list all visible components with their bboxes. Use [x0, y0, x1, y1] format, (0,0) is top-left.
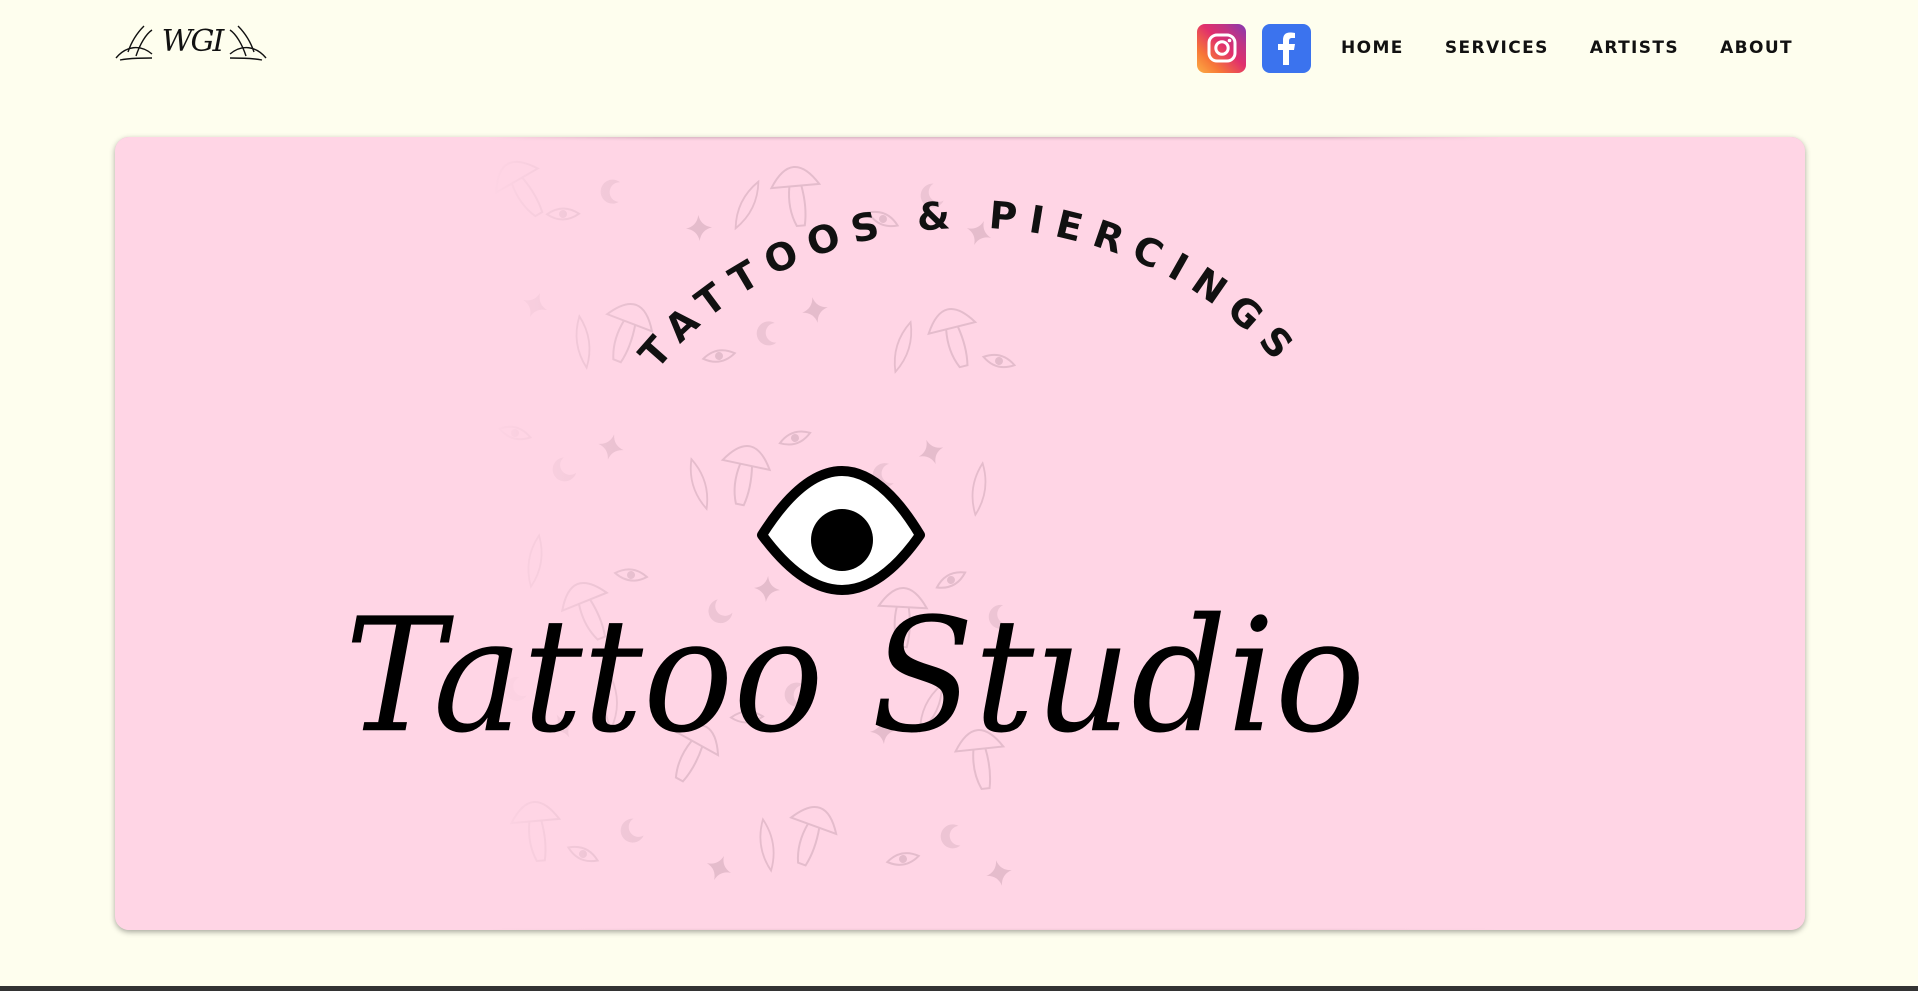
- main-nav: HOME SERVICES ARTISTS ABOUT: [1197, 23, 1817, 73]
- nav-link-home[interactable]: HOME: [1341, 38, 1404, 58]
- eye-icon: [757, 466, 925, 595]
- script-title: Tattoo Studio: [345, 585, 1366, 768]
- hero-artwork: TATTOOS & PIERCINGS Tattoo Studio: [345, 193, 1366, 769]
- nav-link-artists[interactable]: ARTISTS: [1590, 38, 1679, 58]
- footer-edge: [0, 986, 1918, 991]
- instagram-icon[interactable]: [1197, 23, 1246, 73]
- site-header: WGI HOME SERVICES ARTISTS ABOUT: [0, 0, 1918, 95]
- site-logo[interactable]: WGI: [114, 18, 268, 68]
- hero-banner: TATTOOS & PIERCINGS Tattoo Studio: [115, 137, 1805, 930]
- nav-link-services[interactable]: SERVICES: [1445, 38, 1549, 58]
- arc-title: TATTOOS & PIERCINGS: [630, 193, 1309, 377]
- nav-link-about[interactable]: ABOUT: [1720, 38, 1793, 58]
- logo-text: WGI: [161, 24, 225, 59]
- facebook-icon[interactable]: [1262, 23, 1311, 73]
